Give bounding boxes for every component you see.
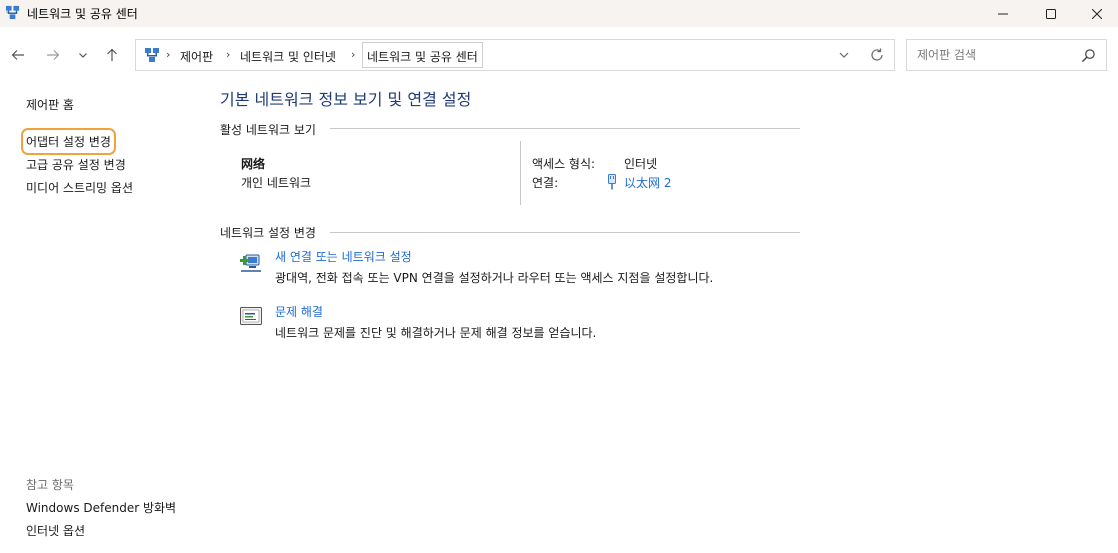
up-arrow-icon — [107, 48, 117, 61]
task-link-troubleshoot[interactable]: 문제 해결 — [275, 303, 323, 320]
maximize-button[interactable] — [1028, 0, 1074, 27]
address-bar[interactable]: › 제어판 › 네트워크 및 인터넷 › 네트워크 및 공유 센터 — [135, 39, 895, 71]
connection-link-ethernet[interactable]: 以太网 2 — [624, 174, 671, 191]
see-also-heading: 참고 항목 — [26, 478, 74, 492]
troubleshoot-icon — [240, 307, 262, 325]
title-bar: 네트워크 및 공유 센터 — [0, 0, 1118, 27]
up-button[interactable] — [101, 44, 123, 66]
back-arrow-icon — [11, 50, 24, 60]
sidebar-link-change-adapter-settings[interactable]: 어댑터 설정 변경 — [21, 128, 116, 155]
breadcrumb-network-internet[interactable]: 네트워크 및 인터넷 — [240, 48, 336, 65]
breadcrumb-separator: › — [351, 48, 356, 61]
task-description: 광대역, 전화 접속 또는 VPN 연결을 설정하거나 라우터 또는 액세스 지… — [275, 271, 714, 285]
vertical-divider — [520, 141, 521, 205]
access-type-label: 액세스 형식: — [532, 157, 596, 171]
maximize-icon — [1046, 8, 1056, 19]
window-title: 네트워크 및 공유 센터 — [27, 7, 138, 21]
task-link-new-connection[interactable]: 새 연결 또는 네트워크 설정 — [275, 248, 412, 265]
network-center-icon — [145, 48, 159, 62]
active-networks-heading: 활성 네트워크 보기 — [220, 123, 316, 137]
section-divider — [330, 232, 800, 233]
see-also-link-windows-defender-firewall[interactable]: Windows Defender 방화벽 — [26, 499, 176, 516]
network-center-icon — [5, 5, 20, 20]
page-title: 기본 네트워크 정보 보기 및 연결 설정 — [220, 90, 472, 109]
change-settings-heading: 네트워크 설정 변경 — [220, 226, 316, 240]
close-icon — [1092, 8, 1102, 19]
network-type: 개인 네트워크 — [241, 176, 312, 190]
search-input[interactable] — [908, 41, 1073, 69]
sidebar-link-control-panel-home[interactable]: 제어판 홈 — [26, 96, 74, 113]
close-button[interactable] — [1074, 0, 1118, 27]
back-button[interactable] — [7, 44, 29, 66]
new-connection-icon — [240, 254, 261, 272]
connection-label: 연결: — [532, 176, 559, 190]
task-description: 네트워크 문제를 진단 및 해결하거나 문제 해결 정보를 얻습니다. — [275, 326, 597, 340]
chevron-down-icon[interactable] — [836, 47, 852, 63]
recent-locations-button[interactable] — [72, 44, 94, 66]
forward-button[interactable] — [42, 44, 64, 66]
access-type-value: 인터넷 — [624, 157, 658, 171]
breadcrumb-control-panel[interactable]: 제어판 — [180, 48, 213, 65]
search-box[interactable] — [906, 39, 1107, 71]
minimize-icon — [998, 13, 1008, 14]
search-icon[interactable] — [1081, 48, 1096, 63]
ethernet-icon — [608, 174, 616, 190]
breadcrumb-network-sharing-center[interactable]: 네트워크 및 공유 센터 — [362, 42, 483, 68]
sidebar-link-advanced-sharing-settings[interactable]: 고급 공유 설정 변경 — [26, 156, 126, 173]
breadcrumb-separator: › — [166, 48, 171, 61]
minimize-button[interactable] — [980, 0, 1026, 27]
chevron-down-icon — [79, 53, 87, 58]
network-name: 网络 — [241, 157, 266, 171]
forward-arrow-icon — [47, 50, 60, 60]
section-divider — [330, 128, 800, 129]
sidebar-link-media-streaming-options[interactable]: 미디어 스트리밍 옵션 — [26, 179, 133, 196]
breadcrumb-separator: › — [226, 48, 231, 61]
refresh-icon[interactable] — [869, 47, 885, 63]
see-also-link-internet-options[interactable]: 인터넷 옵션 — [26, 522, 85, 539]
